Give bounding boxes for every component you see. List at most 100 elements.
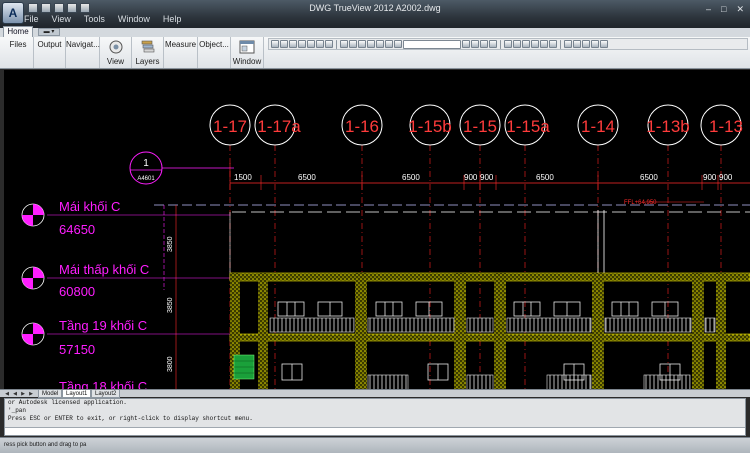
open-icon[interactable] xyxy=(280,40,288,48)
undo-icon[interactable] xyxy=(325,40,333,48)
window-button[interactable]: Window xyxy=(231,37,264,68)
drawing-area[interactable]: 1-17 1-17a 1-16 1-15b 1-15 1-15a 1-14 1-… xyxy=(4,70,750,390)
level-name: Tầng 19 khối C xyxy=(59,318,147,333)
output-button[interactable]: Output xyxy=(34,37,66,68)
objects-label: Object... xyxy=(199,40,229,49)
zoom-previous-icon[interactable] xyxy=(367,40,375,48)
level-symbol xyxy=(21,322,45,346)
pan-icon[interactable] xyxy=(340,40,348,48)
window-label: Window xyxy=(232,57,262,66)
tab-layout2[interactable]: Layout2 xyxy=(91,390,121,398)
status-message: ress pick button and drag to pa xyxy=(4,442,87,448)
toolbar-separator xyxy=(336,39,337,49)
dimension-label: 6500 xyxy=(640,173,658,182)
menu-bar: File View Tools Window Help xyxy=(24,14,181,24)
zoom-extents-icon[interactable] xyxy=(504,40,512,48)
tab-model[interactable]: Model xyxy=(38,390,63,398)
zoom-all-icon[interactable] xyxy=(513,40,521,48)
level-value: 60800 xyxy=(59,284,95,299)
new-icon[interactable] xyxy=(271,40,279,48)
grid-bubble-label: 1-14 xyxy=(581,117,615,136)
toolbar-separator xyxy=(500,39,501,49)
view-icon xyxy=(109,40,122,54)
layers-button[interactable]: Layers xyxy=(132,37,164,68)
zoom-out-icon[interactable] xyxy=(531,40,539,48)
layer-isolate-icon[interactable] xyxy=(480,40,488,48)
next-layout-button[interactable]: ▶ xyxy=(20,391,26,397)
orbit-icon[interactable] xyxy=(376,40,384,48)
command-history-line: Press ESC or ENTER to exit, or right-cli… xyxy=(8,415,253,422)
distance-icon[interactable] xyxy=(564,40,572,48)
navigate-label: Navigat... xyxy=(66,40,100,49)
maximize-button[interactable]: □ xyxy=(721,4,726,15)
publish-icon[interactable] xyxy=(316,40,324,48)
layer-icon[interactable] xyxy=(394,40,402,48)
tab-layout1[interactable]: Layout1 xyxy=(62,390,92,398)
menu-help[interactable]: Help xyxy=(163,14,182,24)
layers-label: Layers xyxy=(135,57,160,66)
zoom-in-icon[interactable] xyxy=(522,40,530,48)
dimension-label: 6500 xyxy=(402,173,420,182)
zoom-realtime-icon[interactable] xyxy=(349,40,357,48)
vertical-dimension-label: 3800 xyxy=(167,356,174,372)
layer-dropdown[interactable] xyxy=(403,39,461,49)
plot-icon[interactable] xyxy=(298,40,306,48)
grid-bubble-label: 1-13b xyxy=(646,117,689,136)
ribbon-minimize-toggle[interactable]: ▬ ▾ xyxy=(38,28,60,36)
level-name: Mái thấp khối C xyxy=(59,262,149,277)
level-value: 64650 xyxy=(59,222,95,237)
previous-layout-button[interactable]: ◀ xyxy=(12,391,18,397)
menu-file[interactable]: File xyxy=(24,14,39,24)
first-layout-button[interactable]: ◀ xyxy=(4,391,10,397)
last-layout-button[interactable]: ▶ xyxy=(28,391,34,397)
minimize-button[interactable]: – xyxy=(706,4,711,15)
layer-state-icon[interactable] xyxy=(471,40,479,48)
grid-bubble-label: 1-13 xyxy=(709,117,743,136)
navigate-button[interactable]: Navigat... xyxy=(66,37,100,68)
window-controls: – □ ✕ xyxy=(706,4,744,15)
files-label: Files xyxy=(9,40,27,49)
view-label: View xyxy=(106,57,125,66)
preview-icon[interactable] xyxy=(307,40,315,48)
zoom-object-icon[interactable] xyxy=(549,40,557,48)
dimension-label: 1500 xyxy=(234,173,252,182)
dimension-label: 6500 xyxy=(298,173,316,182)
layers-icon xyxy=(141,40,154,53)
ffl-label: FFL+64,950 xyxy=(624,200,657,206)
menu-window[interactable]: Window xyxy=(118,14,150,24)
close-button[interactable]: ✕ xyxy=(736,4,744,15)
grid-bubble-label: 1-15b xyxy=(408,117,451,136)
layout-tab-bar: ◀ ◀ ▶ ▶ Model Layout1 Layout2 xyxy=(0,389,750,398)
help-icon[interactable] xyxy=(600,40,608,48)
menu-view[interactable]: View xyxy=(52,14,71,24)
properties-icon[interactable] xyxy=(385,40,393,48)
tab-home[interactable]: Home xyxy=(3,26,33,37)
zoom-window-icon[interactable] xyxy=(358,40,366,48)
building-facade xyxy=(229,272,750,390)
zoom-center-icon[interactable] xyxy=(540,40,548,48)
level-symbol xyxy=(21,266,45,290)
standard-toolbar xyxy=(268,38,748,50)
files-button[interactable]: Files xyxy=(3,37,34,68)
objects-button[interactable]: Object... xyxy=(198,37,231,68)
window-icon xyxy=(239,40,255,54)
level-name: Mái khối C xyxy=(59,199,120,214)
area-icon[interactable] xyxy=(591,40,599,48)
level-value: 57150 xyxy=(59,342,95,357)
dimension-label: 900 xyxy=(464,173,478,182)
layer-unisolate-icon[interactable] xyxy=(489,40,497,48)
section-number: 1 xyxy=(143,158,149,169)
measure-button[interactable]: Measure xyxy=(164,37,198,68)
measure-label: Measure xyxy=(164,40,197,49)
radius-icon[interactable] xyxy=(573,40,581,48)
menu-tools[interactable]: Tools xyxy=(84,14,105,24)
angle-icon[interactable] xyxy=(582,40,590,48)
command-window: or Autodesk licensed application. '_pan … xyxy=(4,398,746,436)
view-button[interactable]: View xyxy=(100,37,132,68)
command-input[interactable] xyxy=(5,427,745,435)
layer-previous-icon[interactable] xyxy=(462,40,470,48)
vertical-dimension-label: 3850 xyxy=(167,297,174,313)
grid-bubble-label: 1-15 xyxy=(463,117,497,136)
dimension-label: 900 xyxy=(703,173,717,182)
save-icon[interactable] xyxy=(289,40,297,48)
